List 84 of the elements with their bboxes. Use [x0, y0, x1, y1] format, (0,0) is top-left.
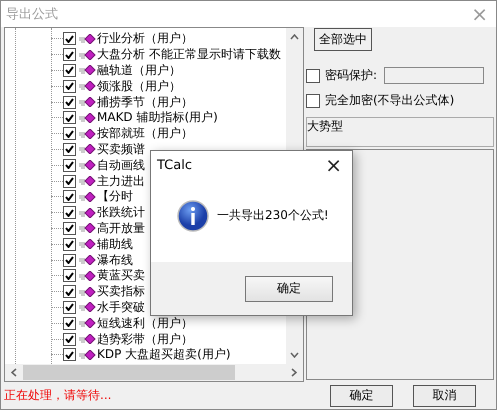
dialog-message: 一共导出230个公式! — [217, 207, 329, 224]
formula-label[interactable]: 大盘分析 不能正常显示时请下载数 — [97, 46, 281, 64]
checkbox[interactable] — [63, 158, 76, 172]
formula-icon — [79, 50, 96, 60]
formula-label[interactable]: 瀑布线 — [97, 252, 133, 269]
checkbox[interactable] — [63, 332, 76, 346]
status-text: 正在处理，请等待... — [4, 387, 112, 404]
checkbox[interactable] — [306, 94, 320, 108]
formula-label[interactable]: 短线速利（用户） — [97, 314, 193, 332]
scroll-left-icon[interactable] — [11, 368, 17, 377]
description-text: 大势型 — [306, 117, 494, 147]
checkbox[interactable] — [63, 285, 76, 298]
formula-icon — [79, 192, 96, 202]
checkbox[interactable] — [63, 254, 76, 267]
password-field[interactable] — [384, 67, 484, 84]
checkbox[interactable] — [63, 64, 76, 77]
checkbox[interactable] — [63, 80, 76, 93]
close-button[interactable]: × — [325, 153, 342, 177]
dialog-title: TCalc — [157, 158, 192, 172]
formula-label[interactable]: 融轨道（用户） — [97, 62, 181, 79]
checkbox[interactable] — [63, 300, 76, 314]
checkbox[interactable] — [63, 222, 76, 235]
checkbox[interactable] — [63, 111, 76, 124]
formula-label[interactable]: 买卖指标 — [97, 283, 145, 300]
formula-label[interactable]: 自动画线 — [97, 156, 145, 174]
formula-icon — [79, 34, 96, 44]
formula-icon — [79, 318, 96, 328]
formula-icon — [79, 302, 96, 312]
checkbox[interactable] — [63, 316, 76, 330]
checkbox[interactable] — [63, 127, 76, 140]
checkbox[interactable] — [63, 269, 76, 282]
formula-icon — [79, 144, 96, 154]
formula-icon — [79, 286, 96, 297]
window-title: 导出公式 — [6, 6, 58, 23]
dialog-button[interactable]: 确定 — [330, 384, 393, 406]
checkbox[interactable] — [63, 32, 76, 46]
formula-label[interactable]: 按部就班（用户） — [97, 125, 193, 142]
formula-label[interactable]: 领涨股（用户） — [97, 78, 181, 95]
info-icon — [177, 200, 209, 232]
formula-label[interactable]: 【分时 — [97, 188, 133, 206]
formula-label[interactable]: 水手突破 — [97, 298, 145, 316]
formula-label[interactable]: 行业分析（用户） — [97, 30, 193, 48]
dialog-button[interactable]: 取消 — [413, 384, 476, 406]
checkbox[interactable] — [63, 348, 76, 362]
formula-label[interactable]: 黄蓝买卖 — [97, 267, 145, 284]
formula-icon — [79, 81, 96, 92]
formula-icon — [79, 270, 96, 281]
select-all-button[interactable]: 全部选中 — [314, 28, 372, 51]
formula-label[interactable]: 辅助线 — [97, 236, 133, 253]
formula-label[interactable]: KDP 大盘超买超卖(用户) — [97, 346, 231, 364]
checkbox[interactable] — [63, 190, 76, 204]
checkbox[interactable] — [63, 142, 76, 156]
formula-label[interactable]: 主力进出 — [97, 172, 145, 190]
option-label: 完全加密(不导出公式体) — [325, 92, 454, 109]
scroll-down-icon[interactable] — [290, 352, 299, 358]
checkbox[interactable] — [63, 48, 76, 62]
scrollbar-thumb[interactable] — [23, 365, 235, 380]
formula-icon — [79, 65, 96, 76]
checkbox[interactable] — [63, 174, 76, 188]
ok-button[interactable]: 确定 — [245, 276, 333, 302]
formula-icon — [79, 239, 96, 250]
scroll-right-icon[interactable] — [291, 368, 297, 377]
checkbox[interactable] — [63, 238, 76, 251]
formula-label[interactable]: MAKD 辅助指标(用户) — [97, 109, 218, 126]
checkbox[interactable] — [63, 206, 76, 220]
formula-label[interactable]: 趋势彩带（用户） — [97, 330, 193, 348]
scroll-up-icon[interactable] — [290, 34, 299, 40]
formula-label[interactable]: 买卖频谱 — [97, 140, 145, 158]
formula-icon — [79, 176, 96, 186]
checkbox[interactable] — [63, 96, 76, 109]
formula-icon — [79, 97, 96, 108]
formula-icon — [79, 334, 96, 344]
checkbox[interactable] — [306, 68, 320, 82]
formula-icon — [79, 112, 96, 123]
formula-icon — [79, 223, 96, 234]
formula-icon — [79, 160, 96, 170]
formula-label[interactable]: 高开放量 — [97, 220, 145, 237]
formula-icon — [79, 208, 96, 218]
option-label: 密码保护: — [325, 67, 378, 84]
formula-label[interactable]: 捕捞季节（用户） — [97, 94, 193, 111]
formula-label[interactable]: 张跌统计 — [97, 204, 145, 222]
formula-icon — [79, 350, 96, 360]
formula-icon — [79, 255, 96, 266]
formula-icon — [79, 128, 96, 139]
